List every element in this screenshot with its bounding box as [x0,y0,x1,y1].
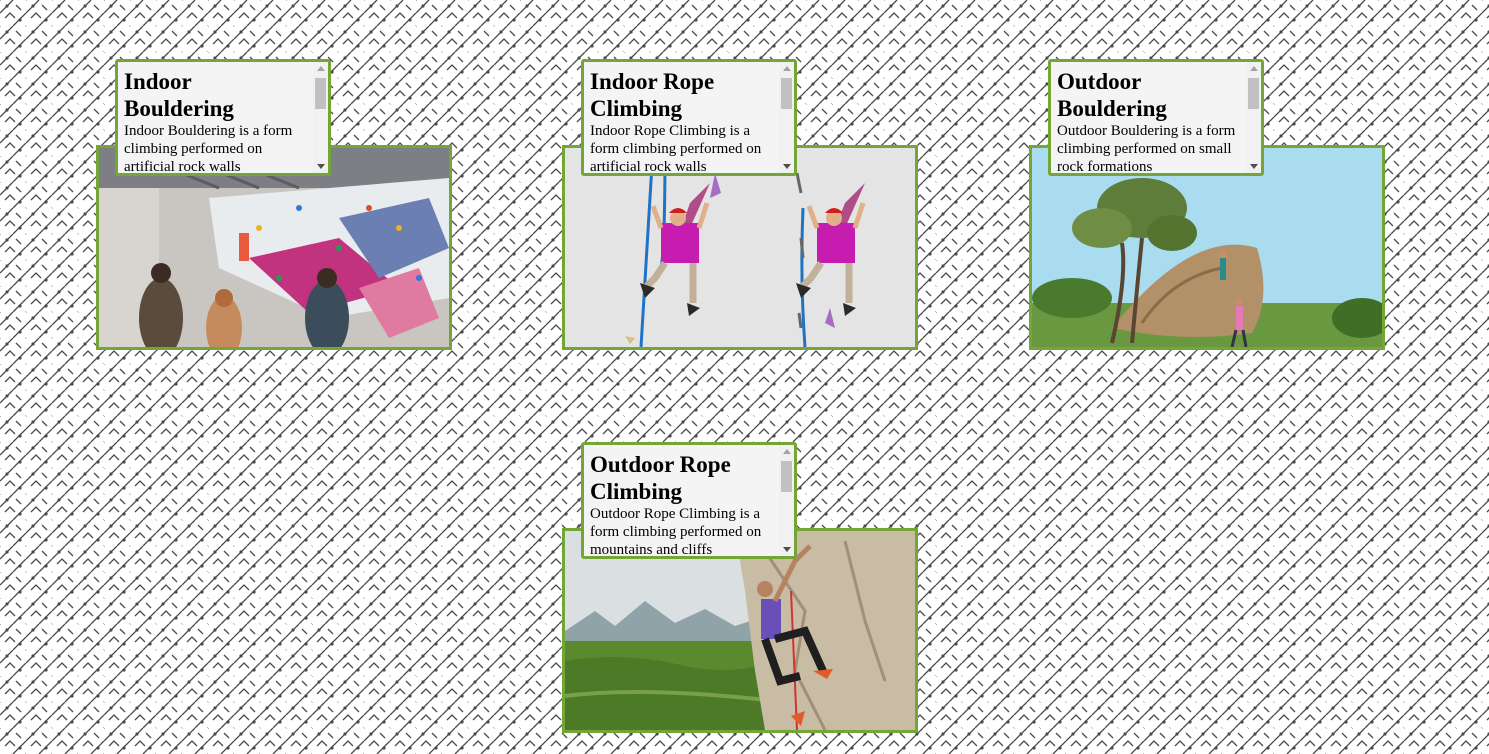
caption-scrollbar[interactable] [1246,62,1261,173]
scroll-down-arrow-icon[interactable] [783,164,791,169]
indoor-bouldering-caption[interactable]: Indoor Bouldering Indoor Bouldering is a… [115,59,331,176]
scroll-thumb[interactable] [315,78,326,109]
scroll-up-arrow-icon[interactable] [1250,66,1258,71]
scroll-up-arrow-icon[interactable] [317,66,325,71]
card-title: Outdoor Bouldering [1057,69,1167,121]
card-title: Outdoor Rope Climbing [590,452,731,504]
card-title: Indoor Bouldering [124,69,234,121]
scroll-up-arrow-icon[interactable] [783,449,791,454]
scroll-thumb[interactable] [781,461,792,492]
scroll-up-arrow-icon[interactable] [783,66,791,71]
outdoor-rope-climbing-caption[interactable]: Outdoor Rope Climbing Outdoor Rope Climb… [581,442,797,559]
caption-scrollbar[interactable] [313,62,328,173]
card-description: Indoor Bouldering is a form climbing per… [124,123,293,175]
scroll-thumb[interactable] [781,78,792,109]
card-description: Outdoor Bouldering is a form climbing pe… [1057,123,1236,175]
card-description: Outdoor Rope Climbing is a form climbing… [590,506,762,558]
caption-scrollbar[interactable] [779,62,794,173]
caption-scrollbar[interactable] [779,445,794,556]
card-description: Indoor Rope Climbing is a form climbing … [590,123,762,175]
scroll-thumb[interactable] [1248,78,1259,109]
scroll-down-arrow-icon[interactable] [1250,164,1258,169]
scroll-down-arrow-icon[interactable] [783,547,791,552]
scroll-down-arrow-icon[interactable] [317,164,325,169]
outdoor-bouldering-caption[interactable]: Outdoor Bouldering Outdoor Bouldering is… [1048,59,1264,176]
card-title: Indoor Rope Climbing [590,69,715,121]
indoor-rope-climbing-caption[interactable]: Indoor Rope Climbing Indoor Rope Climbin… [581,59,797,176]
